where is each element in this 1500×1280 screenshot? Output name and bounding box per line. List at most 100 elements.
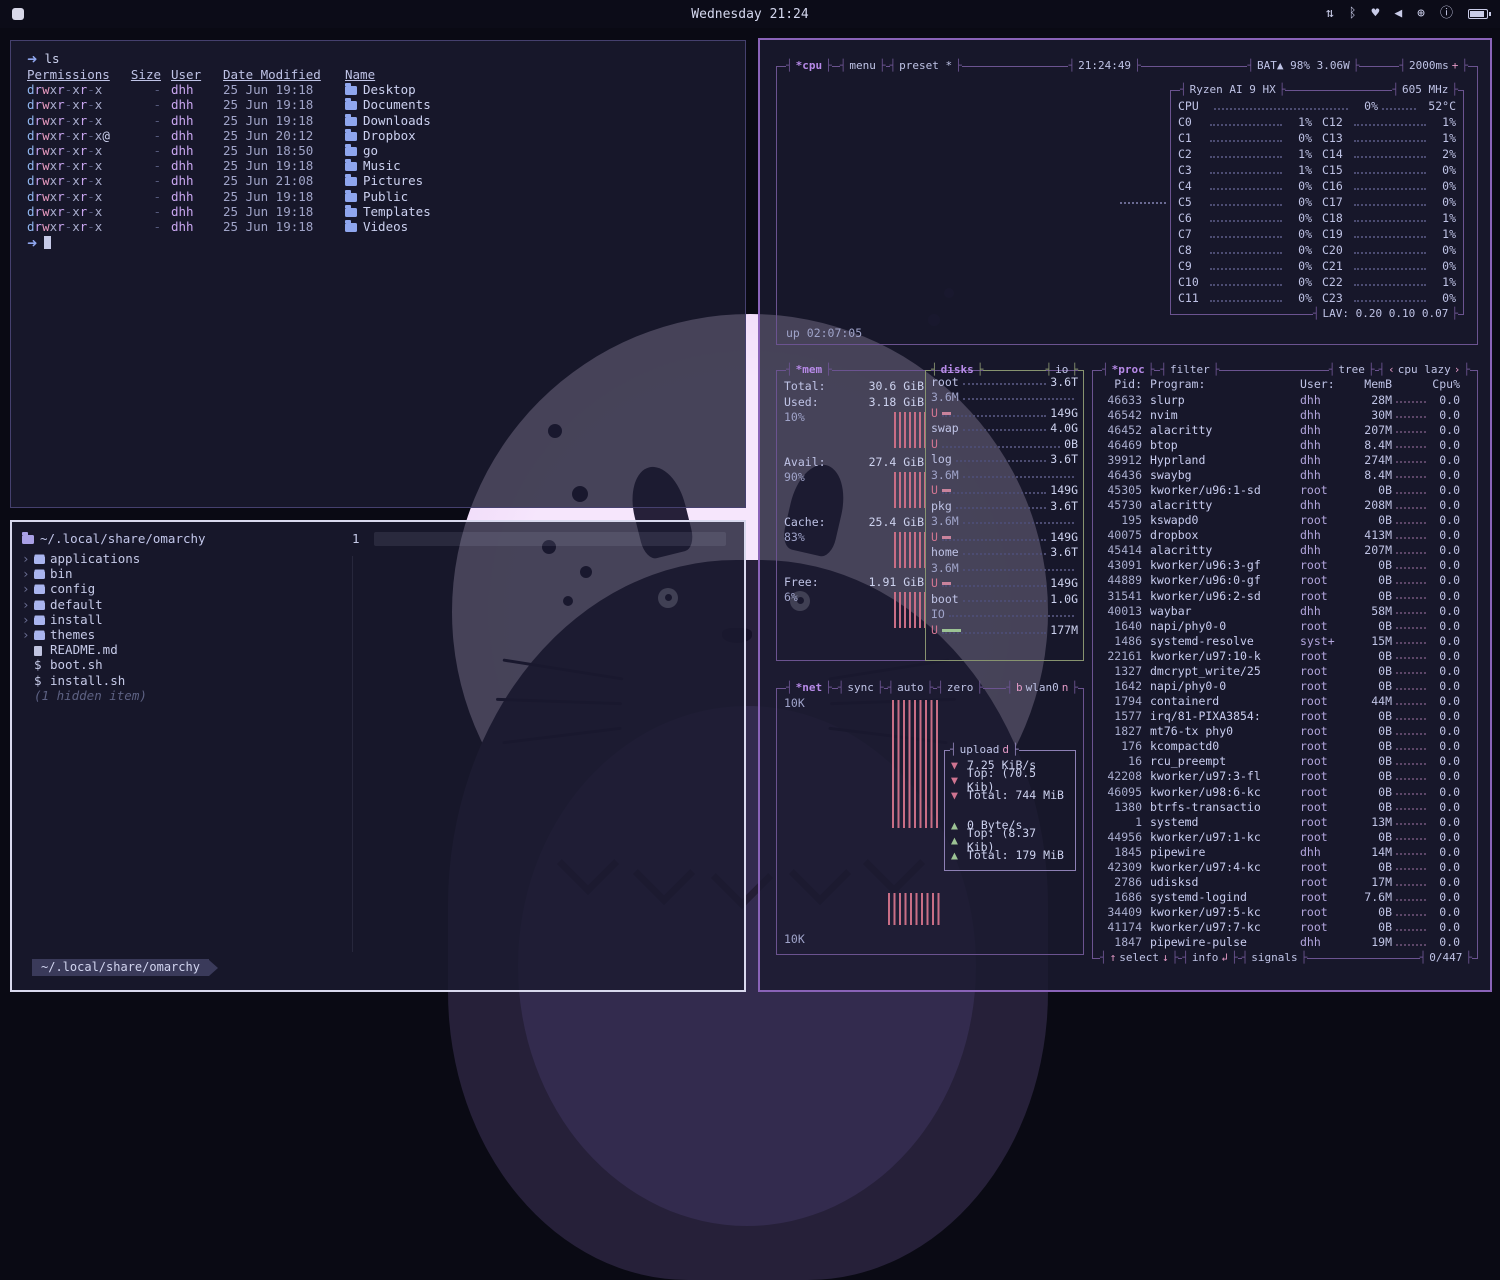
filter-button[interactable]: filter (1160, 364, 1219, 376)
disk-entry: pkg 3.6T 3.6M U 149G (931, 498, 1078, 545)
memb-column-header[interactable]: MemB (1342, 377, 1392, 391)
select-control[interactable]: ↑select↓ (1100, 952, 1178, 964)
process-row[interactable]: 1642 napi/phy0-0 root 0B 0.0 (1100, 678, 1470, 693)
program-column-header[interactable]: Program: (1150, 377, 1300, 391)
process-memory: 28M (1342, 393, 1392, 407)
process-row[interactable]: 1847 pipewire-pulse dhh 19M 0.0 (1100, 935, 1470, 950)
list-item[interactable]: install (22, 612, 734, 627)
process-row[interactable]: 1 systemd root 13M 0.0 (1100, 814, 1470, 829)
process-row[interactable]: 1327 dmcrypt_write/25 root 0B 0.0 (1100, 663, 1470, 678)
upload-panel-title[interactable]: uploadd (950, 744, 1019, 756)
wifi-icon[interactable]: ♥ (1372, 7, 1380, 21)
process-row[interactable]: 45730 alacritty dhh 208M 0.0 (1100, 498, 1470, 513)
process-row[interactable]: 44889 kworker/u96:0-gf root 0B 0.0 (1100, 573, 1470, 588)
process-user: root (1300, 754, 1342, 768)
process-row[interactable]: 46542 nvim dhh 30M 0.0 (1100, 407, 1470, 422)
user-column-header[interactable]: User: (1300, 377, 1342, 391)
core-label: C3 (1178, 163, 1206, 177)
process-row[interactable]: 34409 kworker/u97:5-kc root 0B 0.0 (1100, 905, 1470, 920)
process-row[interactable]: 16 rcu_preempt root 0B 0.0 (1100, 754, 1470, 769)
preset-button[interactable]: preset * (890, 60, 962, 72)
process-row[interactable]: 42309 kworker/u97:4-kc root 0B 0.0 (1100, 859, 1470, 874)
net-stats-panel: uploadd ▼ 7.25 KiB/s (944, 744, 1076, 876)
process-row[interactable]: 46469 btop dhh 8.4M 0.0 (1100, 437, 1470, 452)
process-row[interactable]: 1794 containerd root 44M 0.0 (1100, 694, 1470, 709)
process-pid: 16 (1100, 754, 1150, 768)
volume-icon[interactable]: ◀ (1394, 7, 1402, 21)
signals-control[interactable]: signals (1242, 952, 1308, 964)
process-row[interactable]: 46633 slurp dhh 28M 0.0 (1100, 392, 1470, 407)
process-row[interactable]: 46436 swaybg dhh 8.4M 0.0 (1100, 467, 1470, 482)
process-row[interactable]: 46095 kworker/u98:6-kc root 0B 0.0 (1100, 784, 1470, 799)
file-name: Dropbox (345, 128, 729, 143)
list-item[interactable]: README.md (22, 642, 734, 657)
core-label: C21 (1322, 259, 1350, 273)
process-row[interactable]: 1486 systemd-resolve syst+ 15M 0.0 (1100, 633, 1470, 648)
net-interface-switcher[interactable]: bwlan0n (1006, 682, 1078, 694)
prompt-line[interactable]: ➜ (27, 234, 729, 250)
process-row[interactable]: 195 kswapd0 root 0B 0.0 (1100, 513, 1470, 528)
update-interval-control[interactable]: 2000ms+ (1399, 60, 1468, 72)
net-zero-button[interactable]: zero (937, 682, 983, 694)
bluetooth-icon[interactable]: ᛒ (1349, 7, 1357, 21)
menu-button[interactable]: menu (840, 60, 886, 72)
process-row[interactable]: 1827 mt76-tx phy0 root 0B 0.0 (1100, 724, 1470, 739)
core-percent: 0% (1286, 275, 1312, 289)
process-row[interactable]: 1845 pipewire dhh 14M 0.0 (1100, 844, 1470, 859)
file-type-icon (34, 583, 50, 594)
net-panel-titlebar: uploadd (944, 744, 1076, 756)
list-item[interactable]: default (22, 597, 734, 612)
list-item[interactable]: themes (22, 627, 734, 642)
process-row[interactable]: 41174 kworker/u97:7-kc root 0B 0.0 (1100, 920, 1470, 935)
list-item[interactable]: bin (22, 566, 734, 581)
process-row[interactable]: 1640 napi/phy0-0 root 0B 0.0 (1100, 618, 1470, 633)
tailscale-icon[interactable]: ⇅ (1326, 7, 1334, 21)
process-row[interactable]: 45305 kworker/u96:1-sd root 0B 0.0 (1100, 482, 1470, 497)
globe-icon[interactable]: ⊕ (1417, 7, 1425, 21)
process-row[interactable]: 2786 udisksd root 17M 0.0 (1100, 875, 1470, 890)
process-row[interactable]: 45414 alacritty dhh 207M 0.0 (1100, 543, 1470, 558)
process-row[interactable]: 39912 Hyprland dhh 274M 0.0 (1100, 452, 1470, 467)
process-row[interactable]: 1686 systemd-logind root 7.6M 0.0 (1100, 890, 1470, 905)
list-item[interactable]: applications (22, 551, 734, 566)
process-pid: 2786 (1100, 875, 1150, 889)
process-user: root (1300, 619, 1342, 633)
info-control[interactable]: info↲ (1182, 952, 1237, 964)
process-row[interactable]: 42208 kworker/u97:3-fl root 0B 0.0 (1100, 769, 1470, 784)
pid-column-header[interactable]: Pid: (1100, 377, 1150, 391)
process-row[interactable]: 1577 irq/81-PIXA3854: root 0B 0.0 (1100, 709, 1470, 724)
core-label: C1 (1178, 131, 1206, 145)
list-item[interactable]: boot.sh (22, 657, 734, 672)
list-item[interactable]: (1 hidden item) (22, 688, 734, 703)
cpu-column-header[interactable]: Cpu% (1430, 377, 1460, 391)
tree-button[interactable]: tree (1329, 364, 1375, 376)
permissions: drwxr-xr-x (27, 204, 117, 219)
upload-stats: ▲ 0 Byte/s ▲ Top: (8.37 Kib) ▲ Tot (951, 817, 1069, 862)
process-pid: 46436 (1100, 468, 1150, 482)
process-row[interactable]: 1380 btrfs-transactio root 0B 0.0 (1100, 799, 1470, 814)
process-cpu-percent: 0.0 (1430, 890, 1460, 904)
core-meter (1210, 135, 1282, 142)
process-row[interactable]: 40075 dropbox dhh 413M 0.0 (1100, 528, 1470, 543)
net-auto-button[interactable]: auto (888, 682, 934, 694)
core-percent: 0% (1430, 163, 1456, 177)
disk-free: 3.6M (931, 561, 959, 575)
process-row[interactable]: 31541 kworker/u96:2-sd root 0B 0.0 (1100, 588, 1470, 603)
size: - (127, 219, 161, 234)
disk-free: 3.6M (931, 514, 959, 528)
sort-selector[interactable]: ‹cpu lazy› (1379, 364, 1470, 376)
process-row[interactable]: 43091 kworker/u96:3-gf root 0B 0.0 (1100, 558, 1470, 573)
folder-icon (345, 208, 357, 217)
process-row[interactable]: 46452 alacritty dhh 207M 0.0 (1100, 422, 1470, 437)
tab-indicator[interactable]: 1 (352, 531, 360, 546)
net-sync-button[interactable]: sync (838, 682, 884, 694)
process-row[interactable]: 22161 kworker/u97:10-k root 0B 0.0 (1100, 648, 1470, 663)
battery-icon[interactable] (1468, 9, 1488, 19)
process-row[interactable]: 40013 waybar dhh 58M 0.0 (1100, 603, 1470, 618)
process-row[interactable]: 176 kcompactd0 root 0B 0.0 (1100, 739, 1470, 754)
list-item[interactable]: config (22, 581, 734, 596)
info-icon[interactable]: ⓘ (1440, 7, 1453, 21)
core-percent: 1% (1430, 211, 1456, 225)
list-item[interactable]: install.sh (22, 673, 734, 688)
process-row[interactable]: 44956 kworker/u97:1-kc root 0B 0.0 (1100, 829, 1470, 844)
